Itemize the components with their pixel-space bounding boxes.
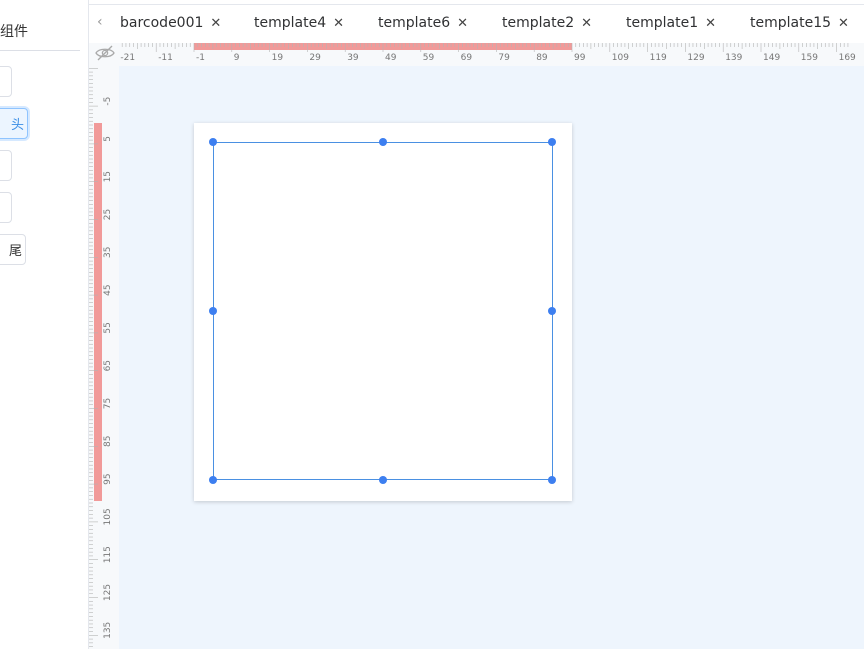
design-canvas[interactable] [119, 66, 864, 649]
resize-handle-right[interactable] [548, 307, 556, 315]
tab-label: template15 [750, 15, 832, 31]
eye-slash-icon[interactable] [94, 44, 116, 62]
ruler-label: 85 [103, 436, 113, 447]
vertical-ruler-scale: -5 5 15 25 35 45 55 65 75 85 95 105 115 125 135 [89, 67, 113, 647]
close-icon[interactable]: ✕ [210, 16, 221, 31]
component-button-header[interactable]: 头 [0, 108, 28, 139]
ruler-label: 65 [103, 360, 113, 371]
resize-handle-bottom-left[interactable] [209, 476, 217, 484]
ruler-label: 89 [536, 53, 548, 63]
close-icon[interactable]: ✕ [333, 16, 344, 31]
resize-handle-top-right[interactable] [548, 138, 556, 146]
ruler-label: 45 [103, 284, 113, 295]
ruler-label: -21 [120, 53, 135, 63]
component-panel: 组件 头 尾 [0, 0, 89, 649]
tab-barcode001[interactable]: barcode001 ✕ [120, 13, 221, 33]
ruler-label: 135 [103, 622, 113, 639]
ruler-label: 79 [498, 53, 510, 63]
close-icon[interactable]: ✕ [705, 16, 716, 31]
ruler-label: 169 [839, 53, 856, 63]
ruler-label: 25 [103, 209, 113, 220]
panel-title: 组件 [0, 24, 28, 40]
component-button-1[interactable] [0, 66, 12, 97]
ruler-label: 119 [650, 53, 667, 63]
horizontal-ruler-scale: -21 -11 -1 9 19 29 39 49 59 69 79 89 99 109 119 129 139 1… [120, 43, 856, 63]
tab-template6[interactable]: template6 ✕ [378, 13, 468, 33]
ruler-label: 59 [423, 53, 435, 63]
resize-handle-bottom[interactable] [379, 476, 387, 484]
close-icon[interactable]: ✕ [457, 16, 468, 31]
resize-handle-top[interactable] [379, 138, 387, 146]
ruler-label: 49 [385, 53, 397, 63]
ruler-label: 115 [103, 546, 113, 563]
tab-template1[interactable]: template1 ✕ [626, 13, 716, 33]
ruler-label: 129 [687, 53, 704, 63]
ruler-label: 105 [103, 508, 113, 525]
template-tab-bar: ‹ barcode001 ✕ template4 ✕ template6 ✕ t… [89, 4, 864, 43]
close-icon[interactable]: ✕ [581, 16, 592, 31]
vertical-ruler-labels: -5 5 15 25 35 45 55 65 75 85 95 105 115 125 135 [103, 97, 113, 639]
vertical-ruler[interactable]: -5 5 15 25 35 45 55 65 75 85 95 105 115 125 135 [89, 66, 119, 649]
ruler-label: 15 [103, 171, 113, 182]
ruler-label: 35 [103, 247, 113, 258]
ruler-label: 19 [272, 53, 284, 63]
ruler-label: 55 [103, 322, 113, 333]
ruler-label: -1 [196, 53, 205, 63]
ruler-label: -11 [158, 53, 173, 63]
close-icon[interactable]: ✕ [838, 16, 849, 31]
ruler-label: 149 [763, 53, 780, 63]
resize-handle-top-left[interactable] [209, 138, 217, 146]
chevron-left-icon[interactable]: ‹ [97, 14, 109, 30]
resize-handle-left[interactable] [209, 307, 217, 315]
horizontal-ruler[interactable]: -21 -11 -1 9 19 29 39 49 59 69 79 89 99 109 119 129 139 1… [119, 43, 864, 66]
tab-template15[interactable]: template15 ✕ [750, 13, 849, 33]
ruler-label: -5 [103, 97, 113, 106]
ruler-label: 109 [612, 53, 629, 63]
ruler-corner [89, 43, 119, 66]
ruler-label: 139 [725, 53, 742, 63]
panel-divider [0, 50, 80, 51]
ruler-label: 125 [103, 584, 113, 601]
tab-template2[interactable]: template2 ✕ [502, 13, 592, 33]
tab-label: template2 [502, 15, 575, 31]
component-button-4[interactable] [0, 192, 12, 223]
component-button-3[interactable] [0, 150, 12, 181]
ruler-label: 99 [574, 53, 586, 63]
resize-handle-bottom-right[interactable] [548, 476, 556, 484]
ruler-label: 39 [347, 53, 359, 63]
tab-label: template6 [378, 15, 451, 31]
ruler-label: 29 [309, 53, 321, 63]
ruler-label: 75 [103, 398, 113, 409]
vertical-ruler-highlight [94, 123, 102, 501]
ruler-label: 5 [103, 136, 113, 142]
tab-label: template1 [626, 15, 699, 31]
tab-template4[interactable]: template4 ✕ [254, 13, 344, 33]
horizontal-ruler-labels: -21 -11 -1 9 19 29 39 49 59 69 79 89 99 109 119 129 139 1… [120, 53, 856, 63]
selected-element[interactable] [213, 142, 553, 480]
ruler-label: 159 [801, 53, 818, 63]
tab-label: template4 [254, 15, 327, 31]
tab-label: barcode001 [120, 15, 204, 31]
ruler-label: 9 [234, 53, 240, 63]
ruler-label: 69 [461, 53, 473, 63]
ruler-label: 95 [103, 473, 113, 484]
component-button-footer[interactable]: 尾 [0, 234, 26, 265]
